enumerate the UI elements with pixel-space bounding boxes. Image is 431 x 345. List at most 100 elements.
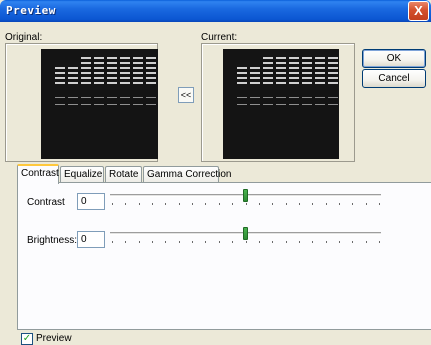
contrast-slider-thumb[interactable] xyxy=(243,189,248,202)
close-button[interactable]: X xyxy=(408,1,429,21)
original-gel-band xyxy=(81,72,91,74)
original-gel-band xyxy=(94,77,104,79)
current-gel-band xyxy=(250,72,260,74)
brightness-slider-tick xyxy=(286,241,287,243)
contrast-slider-tick xyxy=(232,203,233,205)
contrast-slider-tick xyxy=(312,203,313,205)
current-gel-band xyxy=(315,62,325,64)
cancel-button-label: Cancel xyxy=(378,73,410,84)
current-gel-band xyxy=(289,77,299,79)
original-gel-band xyxy=(94,82,104,84)
brightness-slider-tick xyxy=(326,241,327,243)
contrast-slider-tick xyxy=(165,203,166,205)
current-gel-band xyxy=(289,62,299,64)
copy-to-original-button[interactable]: << xyxy=(178,87,194,103)
current-gel-band xyxy=(289,72,299,74)
original-gel-band xyxy=(94,97,104,98)
current-gel-band xyxy=(237,72,247,74)
original-gel-band xyxy=(107,77,117,79)
contrast-slider-tick xyxy=(125,203,126,205)
original-gel-band xyxy=(81,67,91,69)
original-gel-band xyxy=(81,82,91,84)
contrast-slider-tick xyxy=(246,203,247,205)
tab-gamma-correction[interactable]: Gamma Correction xyxy=(143,166,231,183)
original-gel-band xyxy=(133,72,143,74)
original-gel-band xyxy=(68,77,78,79)
original-gel-band xyxy=(55,77,65,79)
contrast-slider-tick xyxy=(179,203,180,205)
brightness-slider-tick xyxy=(112,241,113,243)
tab-contrast[interactable]: Contrast xyxy=(17,164,59,184)
brightness-slider-tick xyxy=(272,241,273,243)
original-gel-band xyxy=(94,57,104,59)
brightness-slider-tick xyxy=(339,241,340,243)
tab-equalize[interactable]: Equalize xyxy=(60,166,104,183)
contrast-slider-tick xyxy=(259,203,260,205)
current-gel-band xyxy=(237,67,247,69)
original-gel-band xyxy=(133,104,143,105)
contrast-slider-tick xyxy=(352,203,353,205)
tab-rotate[interactable]: Rotate xyxy=(105,166,142,183)
original-gel-band xyxy=(55,104,65,105)
original-gel-band xyxy=(81,97,91,98)
preview-checkbox[interactable]: ✓ xyxy=(21,333,33,345)
contrast-label: Contrast xyxy=(27,197,65,208)
original-gel-band xyxy=(68,72,78,74)
original-gel-band xyxy=(94,67,104,69)
current-gel-band xyxy=(302,57,312,59)
original-gel-band xyxy=(120,104,130,105)
current-gel-band xyxy=(237,97,247,98)
current-gel-band xyxy=(263,97,273,98)
cancel-button[interactable]: Cancel xyxy=(362,69,426,88)
brightness-slider-tick xyxy=(205,241,206,243)
current-gel-band xyxy=(315,77,325,79)
brightness-value-input[interactable] xyxy=(77,231,105,248)
current-gel-band xyxy=(250,97,260,98)
contrast-slider-tick xyxy=(139,203,140,205)
original-gel-band xyxy=(146,82,156,84)
original-gel-band xyxy=(107,57,117,59)
original-gel-band xyxy=(146,67,156,69)
contrast-value-input[interactable] xyxy=(77,193,105,210)
brightness-slider-tick xyxy=(379,241,380,243)
contrast-slider-tick xyxy=(339,203,340,205)
title-bar[interactable]: Preview X xyxy=(0,0,431,22)
current-gel-image xyxy=(223,49,339,159)
brightness-slider-thumb[interactable] xyxy=(243,227,248,240)
current-gel-band xyxy=(315,97,325,98)
brightness-slider-tick xyxy=(366,241,367,243)
original-gel-band xyxy=(107,67,117,69)
current-gel-band xyxy=(302,67,312,69)
current-gel-band xyxy=(289,67,299,69)
current-gel-band xyxy=(276,97,286,98)
original-gel-band xyxy=(146,104,156,105)
current-gel-band xyxy=(237,77,247,79)
current-gel-band xyxy=(289,82,299,84)
original-gel-band xyxy=(55,72,65,74)
current-gel-band xyxy=(276,62,286,64)
contrast-slider-tick xyxy=(192,203,193,205)
original-gel-band xyxy=(120,77,130,79)
current-gel-band xyxy=(315,72,325,74)
original-gel-band xyxy=(146,57,156,59)
contrast-slider-tick xyxy=(205,203,206,205)
brightness-slider-tick xyxy=(232,241,233,243)
current-gel-band xyxy=(263,82,273,84)
original-gel-band xyxy=(94,72,104,74)
current-gel-band xyxy=(250,77,260,79)
current-gel-band xyxy=(263,67,273,69)
contrast-slider[interactable] xyxy=(110,188,381,208)
brightness-slider-tick xyxy=(152,241,153,243)
preview-checkbox-label: Preview xyxy=(36,333,72,344)
ok-button[interactable]: OK xyxy=(362,49,426,68)
original-gel-band xyxy=(146,72,156,74)
original-gel-band xyxy=(133,62,143,64)
original-gel-band xyxy=(107,97,117,98)
current-gel-band xyxy=(328,77,338,79)
original-gel-band xyxy=(120,67,130,69)
brightness-slider[interactable] xyxy=(110,226,381,246)
current-gel-band xyxy=(315,67,325,69)
current-gel-band xyxy=(289,97,299,98)
original-gel-band xyxy=(81,77,91,79)
current-gel-band xyxy=(250,82,260,84)
